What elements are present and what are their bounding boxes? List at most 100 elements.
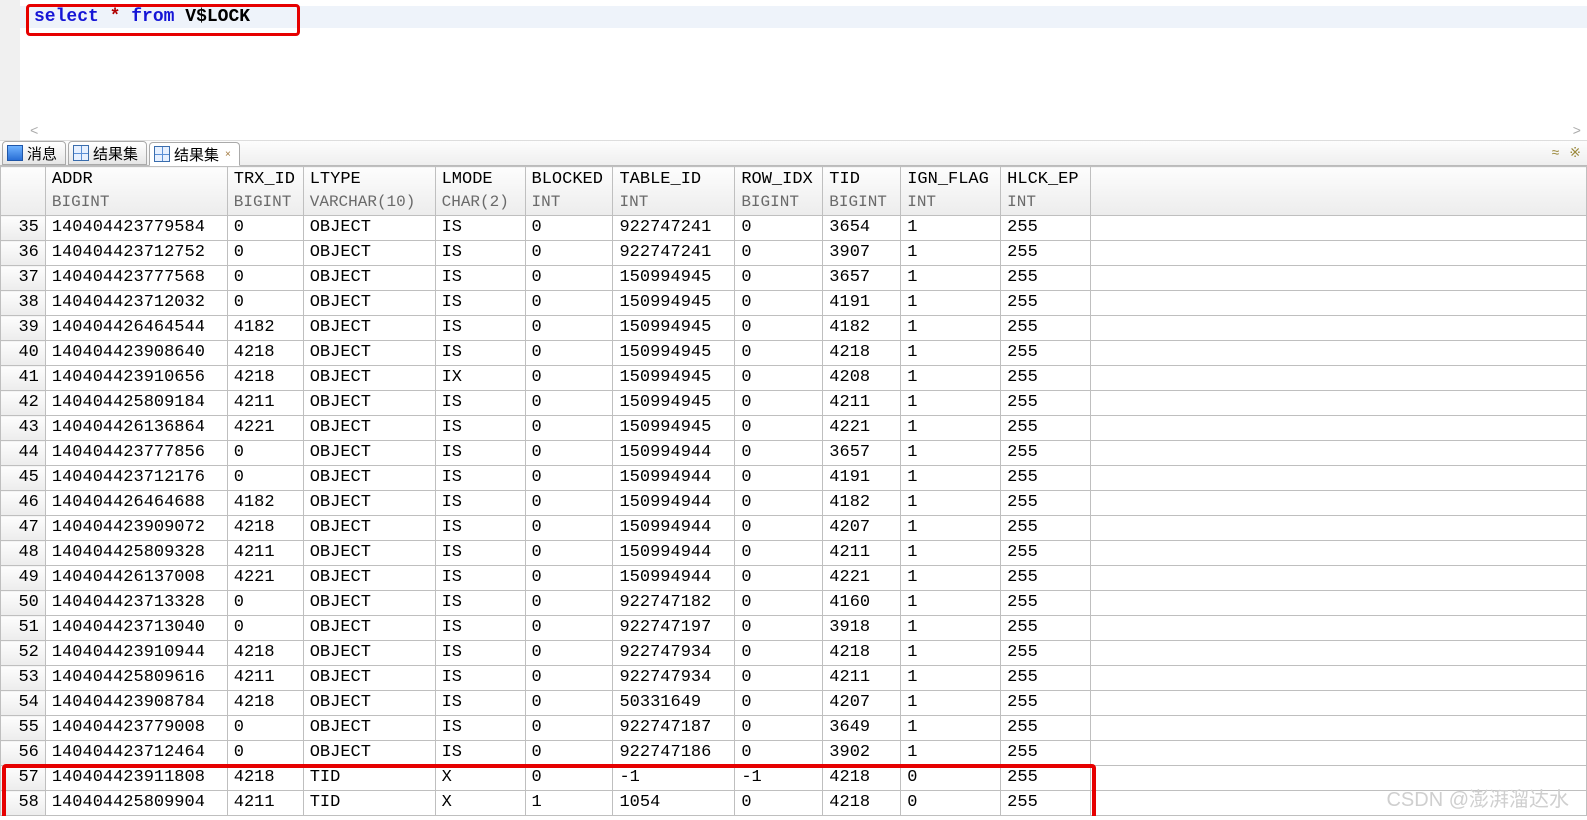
cell[interactable]: 3657 (823, 441, 901, 466)
cell[interactable]: 255 (1001, 466, 1091, 491)
cell[interactable]: 1 (901, 691, 1001, 716)
cell[interactable]: 0 (735, 791, 823, 816)
cell[interactable]: 1 (901, 741, 1001, 766)
cell[interactable]: 1 (901, 616, 1001, 641)
cell[interactable]: 0 (525, 641, 613, 666)
cell[interactable]: 140404426464544 (45, 316, 227, 341)
cell[interactable]: 1 (901, 266, 1001, 291)
cell[interactable]: 255 (1001, 291, 1091, 316)
cell[interactable]: 4211 (227, 541, 303, 566)
cell[interactable]: 140404426136864 (45, 416, 227, 441)
row-number[interactable]: 38 (1, 291, 46, 316)
row-number[interactable]: 46 (1, 491, 46, 516)
cell[interactable]: 4211 (823, 391, 901, 416)
cell[interactable]: 0 (735, 266, 823, 291)
cell[interactable]: 0 (227, 441, 303, 466)
cell[interactable]: X (435, 766, 525, 791)
cell[interactable]: 140404426464688 (45, 491, 227, 516)
row-number[interactable]: 51 (1, 616, 46, 641)
cell[interactable]: 0 (525, 541, 613, 566)
row-number[interactable]: 48 (1, 541, 46, 566)
cell[interactable]: 1 (901, 516, 1001, 541)
table-row[interactable]: 441404044237778560OBJECTIS01509949440365… (1, 441, 1587, 466)
cell[interactable]: 4207 (823, 691, 901, 716)
cell[interactable]: 4191 (823, 291, 901, 316)
cell[interactable]: X (435, 791, 525, 816)
cell[interactable]: 3907 (823, 241, 901, 266)
row-number[interactable]: 43 (1, 416, 46, 441)
table-row[interactable]: 531404044258096164211OBJECTIS09227479340… (1, 666, 1587, 691)
cell[interactable]: OBJECT (303, 616, 435, 641)
cell[interactable]: 140404423712752 (45, 241, 227, 266)
cell[interactable]: 0 (735, 291, 823, 316)
cell[interactable]: 0 (525, 666, 613, 691)
cell[interactable]: 255 (1001, 416, 1091, 441)
cell[interactable]: 0 (525, 566, 613, 591)
cell[interactable]: IS (435, 266, 525, 291)
cell[interactable]: IS (435, 566, 525, 591)
cell[interactable]: 0 (525, 766, 613, 791)
toolbar-icon-a[interactable]: ≈ (1552, 144, 1560, 161)
row-number[interactable]: 41 (1, 366, 46, 391)
cell[interactable]: 4211 (823, 541, 901, 566)
cell[interactable]: 140404423777856 (45, 441, 227, 466)
cell[interactable]: 0 (227, 466, 303, 491)
cell[interactable]: 255 (1001, 766, 1091, 791)
cell[interactable]: 4211 (227, 666, 303, 691)
cell[interactable]: 0 (525, 616, 613, 641)
cell[interactable]: 1 (901, 291, 1001, 316)
cell[interactable]: 0 (735, 616, 823, 641)
cell[interactable]: TID (303, 791, 435, 816)
cell[interactable]: 255 (1001, 441, 1091, 466)
cell[interactable]: TID (303, 766, 435, 791)
cell[interactable]: 1 (525, 791, 613, 816)
cell[interactable]: 4218 (227, 766, 303, 791)
cell[interactable]: 4221 (227, 416, 303, 441)
column-header-lmode[interactable]: LMODECHAR(2) (435, 167, 525, 216)
table-row[interactable]: 411404044239106564218OBJECTIX01509949450… (1, 366, 1587, 391)
cell[interactable]: 140404423712032 (45, 291, 227, 316)
cell[interactable]: 0 (735, 741, 823, 766)
cell[interactable]: 4218 (227, 641, 303, 666)
cell[interactable]: 0 (525, 216, 613, 241)
cell[interactable]: 0 (735, 341, 823, 366)
cell[interactable]: 0 (227, 741, 303, 766)
tab-resultset-2[interactable]: 结果集 × (149, 142, 240, 166)
table-row[interactable]: 491404044261370084221OBJECTIS01509949440… (1, 566, 1587, 591)
tab-resultset-1[interactable]: 结果集 (68, 141, 147, 165)
cell[interactable]: OBJECT (303, 741, 435, 766)
close-icon[interactable]: × (225, 149, 231, 160)
cell[interactable]: 255 (1001, 516, 1091, 541)
cell[interactable]: 922747186 (613, 741, 735, 766)
cell[interactable]: 0 (735, 416, 823, 441)
cell[interactable]: IS (435, 216, 525, 241)
cell[interactable]: 0 (901, 766, 1001, 791)
cell[interactable]: OBJECT (303, 291, 435, 316)
cell[interactable]: 4218 (823, 341, 901, 366)
cell[interactable]: 140404425809184 (45, 391, 227, 416)
cell[interactable]: IS (435, 666, 525, 691)
cell[interactable]: 0 (735, 691, 823, 716)
cell[interactable]: 0 (735, 441, 823, 466)
cell[interactable]: 255 (1001, 641, 1091, 666)
row-number[interactable]: 37 (1, 266, 46, 291)
row-number[interactable]: 50 (1, 591, 46, 616)
cell[interactable]: IS (435, 591, 525, 616)
cell[interactable]: 255 (1001, 266, 1091, 291)
cell[interactable]: 0 (525, 391, 613, 416)
cell[interactable]: 255 (1001, 341, 1091, 366)
cell[interactable]: 0 (735, 216, 823, 241)
cell[interactable]: 255 (1001, 366, 1091, 391)
cell[interactable]: 255 (1001, 491, 1091, 516)
cell[interactable]: 0 (227, 241, 303, 266)
cell[interactable]: 150994944 (613, 491, 735, 516)
column-header-ltype[interactable]: LTYPEVARCHAR(10) (303, 167, 435, 216)
cell[interactable]: 1 (901, 391, 1001, 416)
cell[interactable]: 4207 (823, 516, 901, 541)
cell[interactable]: OBJECT (303, 591, 435, 616)
cell[interactable]: 255 (1001, 566, 1091, 591)
cell[interactable]: 140404423911808 (45, 766, 227, 791)
cell[interactable]: 1 (901, 641, 1001, 666)
cell[interactable]: 3902 (823, 741, 901, 766)
cell[interactable]: 1 (901, 591, 1001, 616)
